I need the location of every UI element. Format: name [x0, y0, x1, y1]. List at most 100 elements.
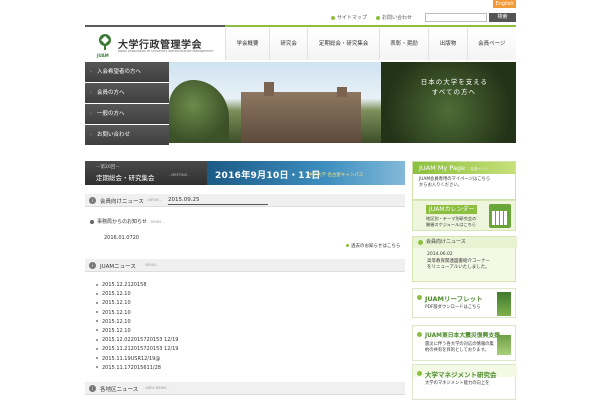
calendar-text-line: 地区別・テーマ別研究会の: [426, 216, 477, 221]
nav-item-about[interactable]: 学会概要: [225, 28, 269, 60]
side-item-prospective[interactable]: › 入会希望者の方へ: [85, 62, 169, 82]
side-item-public[interactable]: › 一般の方へ: [85, 104, 169, 124]
side-item-members[interactable]: › 会員の方へ: [85, 83, 169, 103]
sitemap-link[interactable]: サイトマップ: [331, 14, 367, 21]
site-search-input[interactable]: [425, 13, 487, 22]
nav-item-publications[interactable]: 出版物: [428, 28, 467, 60]
bullet-icon: [96, 301, 98, 304]
header-divider-green: [225, 25, 516, 27]
logo-name-en: Japan Association of University Administ…: [118, 49, 214, 53]
conference-banner[interactable]: －第20回－ 定期総会・研究集会 - MEETING - 2016年9月10日・…: [85, 161, 405, 185]
site-search-button[interactable]: 検索: [489, 13, 516, 22]
hero-caption-line2: すべての方へ: [431, 88, 476, 96]
list-item[interactable]: 2015.12.10: [96, 299, 396, 308]
bullet-icon: [96, 292, 98, 295]
list-item[interactable]: 2015.11.212015720153 12/19: [96, 345, 396, 354]
list-item[interactable]: 2015.12.10: [96, 290, 396, 299]
list-item-text: 2015.12.10: [102, 291, 131, 298]
side-item-label: 会員の方へ: [97, 90, 125, 96]
top-bar: English サイトマップ お問い合わせ 検索: [0, 0, 600, 27]
hero-tower: [264, 82, 274, 96]
section-regional-news-head: i 各地区ニュース - AREA NEWS -: [85, 382, 405, 395]
conference-ordinal: －第20回－: [96, 165, 120, 170]
member-news-head: 会員向けニュース: [413, 237, 517, 248]
logo-mark-icon: [99, 34, 111, 50]
logo-abbr: JUAM: [97, 53, 109, 58]
member-news-text: 高等教育関連図書紹介コーナー をリニューアルいたしました。: [427, 259, 490, 271]
member-news-date: 2014.06.02: [427, 252, 453, 257]
reconstruction-text: 震災に伴う各大学の対応の情報の集 約の共有を目的としております。: [425, 342, 494, 353]
calendar-text: 地区別・テーマ別研究会の 開催スケジュールはこちら: [426, 216, 476, 227]
bullet-icon: [418, 240, 423, 245]
office-news-date[interactable]: 2016.01.0720: [104, 235, 139, 241]
section-subtitle: - NEWS -: [143, 263, 159, 267]
leaflet-banner[interactable]: JUAMリーフレット PDF版ダウンロードはこちら: [412, 288, 516, 318]
chevron-right-icon: ›: [90, 111, 92, 117]
calendar-icon: [489, 204, 511, 228]
list-item-text: 2015.11.212015720153 12/19: [102, 346, 179, 353]
chevron-right-icon: ›: [90, 132, 92, 138]
side-item-label: 入会希望者の方へ: [97, 69, 142, 75]
list-item-text: 2015.11.172015611/28: [102, 364, 161, 371]
hero-tower: [337, 87, 347, 97]
member-news-title: 会員向けニュース: [426, 239, 466, 245]
list-item-text: 2015.11.19USR12/19@: [102, 355, 161, 362]
nav-item-member-page[interactable]: 会員ページ: [466, 28, 516, 60]
leaflet-image: [497, 292, 511, 316]
bullet-icon: [90, 219, 94, 224]
list-item-text: 2015.12.2120158: [102, 282, 147, 288]
leaflet-title: JUAMリーフレット: [425, 295, 483, 303]
conference-banner-label: －第20回－ 定期総会・研究集会 - MEETING -: [85, 161, 207, 185]
list-item[interactable]: 2015.12.10: [96, 309, 396, 318]
bullet-icon: [417, 371, 422, 376]
past-news-link[interactable]: 過去のお知らせはこちら: [346, 243, 400, 249]
list-item[interactable]: 2015.12.022015720153 12/19: [96, 336, 396, 345]
conference-banner-date: 2016年9月10日・11日 中京大学 名古屋キャンパス: [207, 161, 405, 185]
bullet-icon: [96, 338, 98, 341]
juam-news-list: 2015.12.2120158 2015.12.10 2015.12.10 20…: [96, 281, 396, 373]
management-study-banner[interactable]: 大学マネジメント研究会 大学のマネジメント能力の向上を: [412, 364, 517, 400]
nav-item-general-meeting[interactable]: 定期総会・研究集会: [307, 28, 379, 60]
bullet-icon: [417, 332, 422, 337]
section-juam-news-head: i JUAMニュース - NEWS -: [85, 259, 405, 272]
list-item[interactable]: 2015.12.10: [96, 318, 396, 327]
bullet-icon: [96, 347, 98, 350]
chevron-right-icon: ›: [90, 90, 92, 96]
site-logo[interactable]: 大学行政管理学会 Japan Association of University…: [96, 33, 226, 59]
section-subtitle: - AREA NEWS -: [143, 386, 169, 390]
mypage-banner[interactable]: JUAM My Page - 会員ページ - JUAM会員専用のマイページはこちら…: [412, 161, 516, 200]
mypage-header: JUAM My Page - 会員ページ -: [413, 162, 515, 174]
reconstruction-text-line: 震災に伴う各大学の対応の情報の集: [425, 342, 494, 347]
office-news-sub: - NEWS -: [148, 220, 164, 224]
list-item-text: 2015.12.10: [102, 327, 131, 334]
nav-item-awards[interactable]: 表彰・奨励: [378, 28, 429, 60]
mypage-subtitle: - 会員ページ -: [468, 167, 491, 171]
member-news-box[interactable]: 会員向けニュース 2014.06.02 高等教育関連図書紹介コーナー をリニュー…: [412, 236, 517, 282]
header-divider-dark: [85, 25, 225, 27]
reconstruction-title: JUAM東日本大震災復興支援: [425, 333, 500, 339]
list-item[interactable]: 2015.12.10: [96, 327, 396, 336]
calendar-text-line: 開催スケジュールはこちら: [426, 221, 476, 227]
global-nav: 学会概要 研究会 定期総会・研究集会 表彰・奨励 出版物 会員ページ: [225, 28, 516, 60]
bullet-icon: [376, 15, 380, 20]
member-news-date[interactable]: 2015.09.25: [168, 197, 268, 205]
list-item[interactable]: 2015.12.2120158: [96, 281, 396, 290]
calendar-banner[interactable]: JUAMカレンダー 地区別・テーマ別研究会の 開催スケジュールはこちら: [412, 200, 516, 231]
list-item[interactable]: 2015.11.19USR12/19@: [96, 355, 396, 364]
list-item[interactable]: 2015.11.172015611/28: [96, 364, 396, 373]
hero-image: 日本の大学を支える すべての方へ: [169, 62, 516, 143]
reconstruction-banner[interactable]: JUAM東日本大震災復興支援 震災に伴う各大学の対応の情報の集 約の共有を目的と…: [412, 325, 516, 361]
mypage-text-line: からお入りください。: [419, 183, 462, 188]
conference-badge: - MEETING -: [169, 173, 190, 177]
english-button[interactable]: English: [493, 0, 516, 8]
bullet-icon: [96, 329, 98, 332]
calendar-title: JUAMカレンダー: [426, 205, 478, 214]
info-icon: i: [89, 197, 96, 204]
nav-item-study-groups[interactable]: 研究会: [268, 28, 308, 60]
leaflet-text: PDF版ダウンロードはこちら: [425, 305, 481, 310]
contact-link[interactable]: お問い合わせ: [376, 14, 412, 21]
conference-title: 定期総会・研究集会: [96, 174, 155, 182]
side-item-contact[interactable]: › お問い合わせ: [85, 125, 169, 145]
reconstruction-text-line: 約の共有を目的としております。: [425, 347, 489, 353]
office-news-heading: 事務局からのお知らせ - NEWS -: [90, 218, 164, 225]
